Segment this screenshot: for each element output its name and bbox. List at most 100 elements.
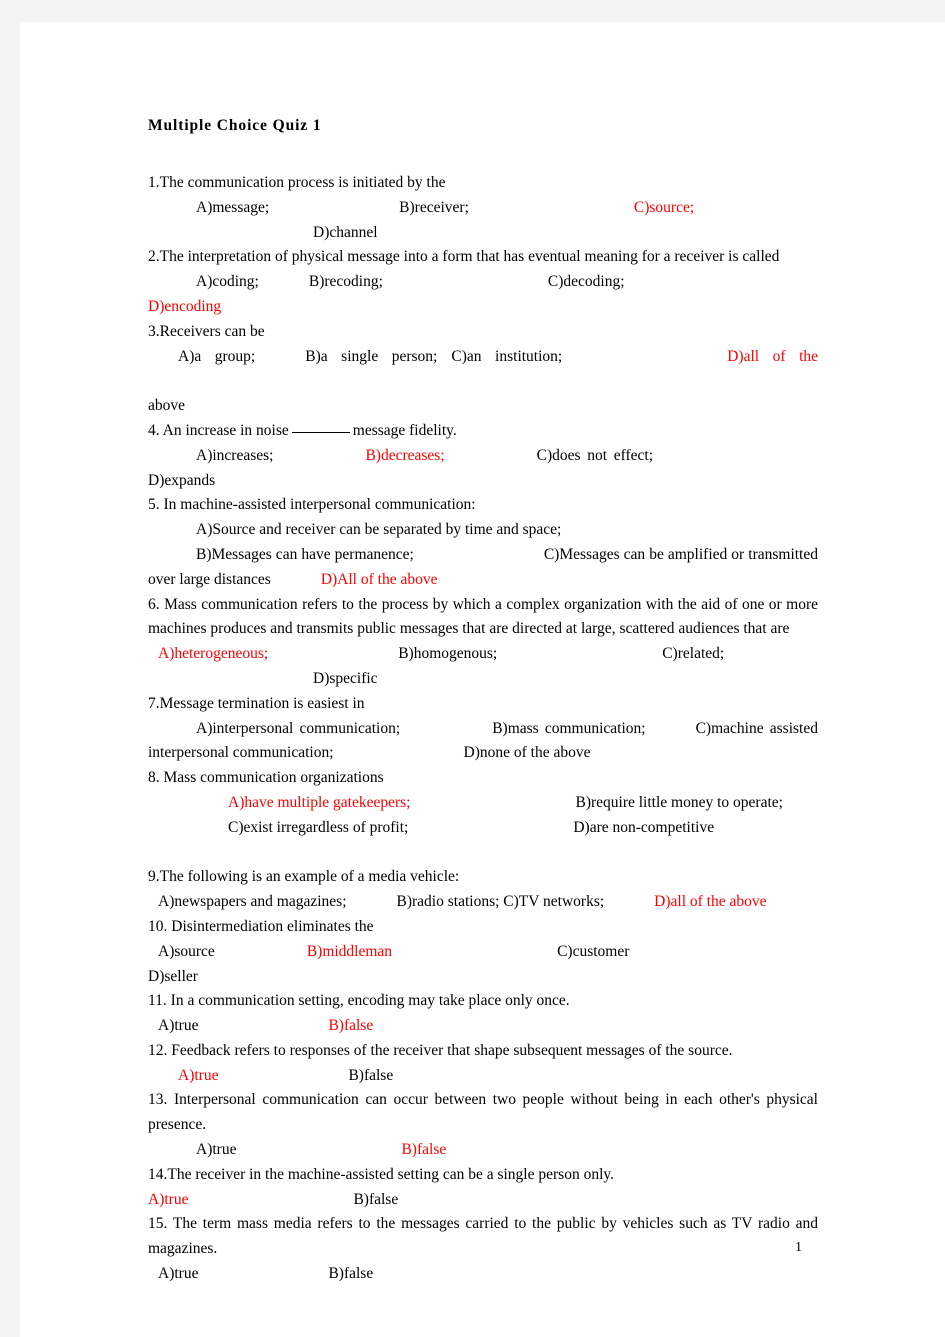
option-d[interactable]: D)seller — [148, 968, 198, 985]
question-options: A)a group; B)a single person; C)an institu… — [148, 345, 818, 419]
question-block-1: 1.The communication process is initiated… — [148, 171, 818, 245]
question-block-4: 4. An increase in noise message fidelity.… — [148, 419, 818, 493]
question-stem: 1.The communication process is initiated… — [148, 174, 446, 191]
option-d[interactable]: D)all of the — [727, 348, 818, 365]
option-a[interactable]: A)increases; — [196, 447, 273, 464]
question-block-6: 6. Mass communication refers to the proc… — [148, 593, 818, 692]
question-stem: 9.The following is an example of a media… — [148, 868, 460, 886]
question-block-9: 9.The following is an example of a media… — [148, 865, 818, 915]
question-block-7: 7.Message termination is easiest in A)in… — [148, 692, 818, 766]
page-title: Multiple Choice Quiz 1 — [148, 117, 322, 134]
question-stem: 8. Mass communication organizations — [148, 769, 384, 787]
option-a[interactable]: A)true — [178, 1067, 218, 1084]
option-b[interactable]: B)a single person; — [305, 348, 437, 365]
option-a[interactable]: A)coding; — [196, 273, 259, 290]
fill-in-blank[interactable] — [291, 431, 350, 433]
option-bc[interactable]: B)radio stations; C)TV networks; — [397, 893, 605, 910]
question-options: A)true B)false — [148, 1064, 818, 1089]
question-block-15: 15. The term mass media refers to the me… — [148, 1212, 818, 1286]
question-options: A)heterogeneous; B)homogenous; C)related; D… — [148, 642, 818, 692]
option-c[interactable]: C)does not effect; — [537, 447, 653, 464]
option-b[interactable]: B)recoding; — [309, 273, 383, 290]
option-c[interactable]: C)customer — [557, 943, 629, 960]
question-stem: 3.Receivers can be — [148, 322, 265, 340]
page-number: 1 — [795, 1240, 802, 1255]
question-block-13: 13. Interpersonal communication can occu… — [148, 1088, 818, 1162]
question-options: A)newspapers and magazines; B)radio stati… — [148, 890, 818, 915]
question-stem: 6. Mass communication refers to the proc… — [148, 595, 818, 638]
option-d[interactable]: D)expands — [148, 472, 215, 489]
question-options: A)Source and receiver can be separated b… — [148, 518, 818, 543]
option-d[interactable]: D)channel — [313, 224, 378, 241]
question-stem: 4. An increase in noise message fidelity. — [148, 419, 818, 444]
option-d[interactable]: D)All of the above — [321, 571, 438, 588]
option-b[interactable]: B)false — [328, 1265, 373, 1282]
option-c[interactable]: C)exist irregardless of profit; — [228, 819, 408, 836]
question-block-8: 8. Mass communication organizations A)ha… — [148, 766, 818, 840]
question-block-2: 2.The interpretation of physical message… — [148, 245, 818, 319]
option-a[interactable]: A)Source and receiver can be separated b… — [196, 521, 561, 538]
question-stem: 5. In machine-assisted interpersonal com… — [148, 496, 476, 514]
option-b[interactable]: B)false — [401, 1141, 446, 1158]
option-b[interactable]: B)false — [348, 1067, 393, 1084]
option-a[interactable]: A)true — [158, 1017, 198, 1034]
question-block-10: 10. Disintermediation eliminates the A)s… — [148, 915, 818, 989]
option-c[interactable]: C)related; — [662, 645, 724, 662]
question-stem-after-blank: message fidelity. — [352, 421, 457, 439]
option-c[interactable]: C)an institution; — [451, 348, 562, 365]
option-b[interactable]: B)middleman — [307, 943, 392, 960]
option-a[interactable]: A)interpersonal communication; — [196, 720, 400, 737]
question-stem: 13. Interpersonal communication can occu… — [148, 1091, 818, 1134]
option-d[interactable]: D)are non-competitive — [573, 819, 714, 836]
option-a[interactable]: A)true — [148, 1191, 188, 1208]
question-options: A)message; B)receiver; C)source; D)channel — [148, 196, 818, 246]
question-block-3: 3.Receivers can be A)a group; B)a single … — [148, 320, 818, 419]
option-b[interactable]: B)receiver; — [399, 199, 469, 216]
option-b[interactable]: B)require little money to operate; — [575, 794, 782, 811]
question-block-12: 12. Feedback refers to responses of the … — [148, 1039, 818, 1089]
question-options: A)interpersonal communication; B)mass com… — [148, 717, 818, 767]
option-d-continuation: above — [148, 397, 186, 415]
question-stem-before-blank: 4. An increase in noise — [148, 421, 289, 439]
option-c[interactable]: C)source; — [634, 199, 694, 216]
question-block-11: 11. In a communication setting, encoding… — [148, 989, 818, 1039]
option-d[interactable]: D)encoding — [148, 298, 221, 315]
question-stem: 7.Message termination is easiest in — [148, 694, 365, 712]
question-options: B)Messages can have permanence; C)Message… — [148, 543, 818, 593]
option-a[interactable]: A)heterogeneous; — [158, 645, 268, 662]
option-d[interactable]: D)specific — [313, 670, 378, 687]
question-stem: 2.The interpretation of physical message… — [148, 248, 780, 266]
option-a[interactable]: A)source — [158, 943, 215, 960]
question-options: A)true B)false — [148, 1188, 818, 1213]
question-options: A)true B)false — [148, 1138, 818, 1163]
document-body: Multiple Choice Quiz 1 1.The communicati… — [148, 117, 818, 1287]
option-b[interactable]: B)false — [328, 1017, 373, 1034]
question-block-5: 5. In machine-assisted interpersonal com… — [148, 493, 818, 592]
option-d[interactable]: D)all of the above — [654, 893, 766, 910]
question-block-14: 14.The receiver in the machine-assisted … — [148, 1163, 818, 1213]
option-a[interactable]: A)newspapers and magazines; — [158, 893, 347, 910]
question-stem: 14.The receiver in the machine-assisted … — [148, 1165, 614, 1183]
question-stem: 12. Feedback refers to responses of the … — [148, 1041, 733, 1059]
option-b[interactable]: B)homogenous; — [398, 645, 497, 662]
question-stem: 10. Disintermediation eliminates the — [148, 917, 374, 935]
option-b[interactable]: B)false — [353, 1191, 398, 1208]
question-stem: 11. In a communication setting, encoding… — [148, 992, 570, 1010]
option-a[interactable]: A)true — [158, 1265, 198, 1282]
question-options: A)have multiple gatekeepers; B)require li… — [148, 791, 818, 816]
option-a[interactable]: A)a group; — [178, 348, 255, 365]
option-a[interactable]: A)message; — [196, 199, 269, 216]
option-b[interactable]: B)decreases; — [365, 447, 444, 464]
question-stem: 15. The term mass media refers to the me… — [148, 1215, 818, 1258]
question-options: A)increases; B)decreases; C)does not effec… — [148, 444, 818, 494]
question-options: A)source B)middleman C)customer D)seller — [148, 940, 818, 990]
document-page: Multiple Choice Quiz 1 1.The communicati… — [20, 22, 945, 1337]
option-d[interactable]: D)none of the above — [464, 744, 591, 761]
option-a[interactable]: A)have multiple gatekeepers; — [228, 794, 410, 811]
option-c[interactable]: C)decoding; — [548, 273, 625, 290]
question-options: C)exist irregardless of profit; D)are non… — [148, 816, 818, 841]
option-b[interactable]: B)Messages can have permanence; — [196, 546, 414, 563]
option-a[interactable]: A)true — [196, 1141, 236, 1158]
question-options: A)coding; B)recoding; C)decoding; D)encodin… — [148, 270, 818, 320]
option-b[interactable]: B)mass communication; — [492, 720, 645, 737]
